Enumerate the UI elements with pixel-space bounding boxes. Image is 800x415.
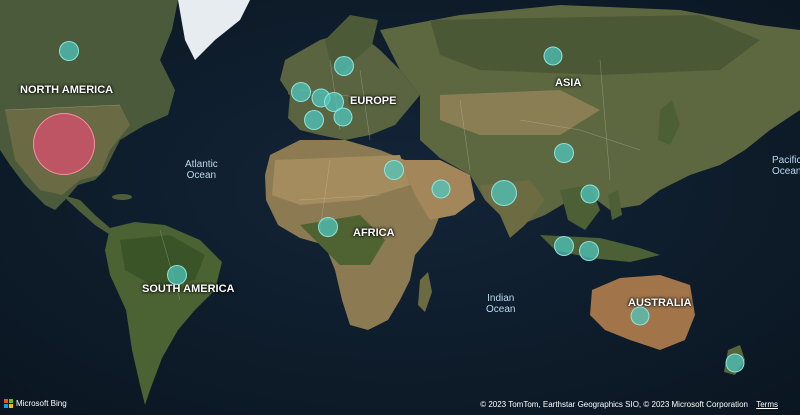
bubble-singapore[interactable] xyxy=(554,236,574,256)
bubble-uk[interactable] xyxy=(291,82,311,102)
bubble-uae[interactable] xyxy=(431,179,451,199)
map-attribution: © 2023 TomTom, Earthstar Geographics SIO… xyxy=(480,400,778,409)
map-basemap xyxy=(0,0,800,415)
bubble-canada[interactable] xyxy=(59,41,79,61)
logo-text: Microsoft Bing xyxy=(16,399,67,408)
bubble-indonesia[interactable] xyxy=(579,241,599,261)
bubble-australia[interactable] xyxy=(630,306,650,326)
siberia xyxy=(430,15,760,75)
atlantic-ocean-line1: Atlantic xyxy=(185,159,218,170)
microsoft-logo-icon xyxy=(4,399,13,408)
bubble-north-america-large[interactable] xyxy=(33,113,95,175)
pacific-ocean-line2: Ocean xyxy=(772,166,800,177)
bubble-india[interactable] xyxy=(491,180,517,206)
terms-link[interactable]: Terms xyxy=(756,400,778,409)
bubble-nigeria[interactable] xyxy=(318,217,338,237)
label-asia: ASIA xyxy=(555,77,582,89)
indian-ocean-line1: Indian xyxy=(487,293,515,304)
pacific-ocean-line1: Pacific xyxy=(772,155,800,166)
label-north-america: NORTH AMERICA xyxy=(20,84,114,96)
bubble-china[interactable] xyxy=(554,143,574,163)
bubble-austria[interactable] xyxy=(333,107,353,127)
bubble-russia[interactable] xyxy=(543,46,563,66)
bubble-france[interactable] xyxy=(304,110,324,130)
label-atlantic-ocean: Atlantic Ocean xyxy=(185,159,218,181)
microsoft-bing-logo: Microsoft Bing xyxy=(4,399,67,408)
label-europe: EUROPE xyxy=(350,95,397,107)
indian-ocean-line2: Ocean xyxy=(486,304,516,315)
bubble-hong-kong[interactable] xyxy=(580,184,600,204)
atlantic-ocean-line2: Ocean xyxy=(186,170,217,181)
attribution-text: © 2023 TomTom, Earthstar Geographics SIO… xyxy=(480,400,748,409)
label-south-america: SOUTH AMERICA xyxy=(142,283,235,295)
label-africa: AFRICA xyxy=(353,227,395,239)
label-pacific-ocean: Pacific Ocean xyxy=(772,155,800,177)
bubble-scandinavia[interactable] xyxy=(334,56,354,76)
bubble-brazil[interactable] xyxy=(167,265,187,285)
label-indian-ocean: Indian Ocean xyxy=(486,293,515,315)
bubble-new-zealand[interactable] xyxy=(725,353,745,373)
map-view[interactable]: NORTH AMERICA EUROPE ASIA AFRICA SOUTH A… xyxy=(0,0,800,415)
bubble-middle-east[interactable] xyxy=(384,160,404,180)
